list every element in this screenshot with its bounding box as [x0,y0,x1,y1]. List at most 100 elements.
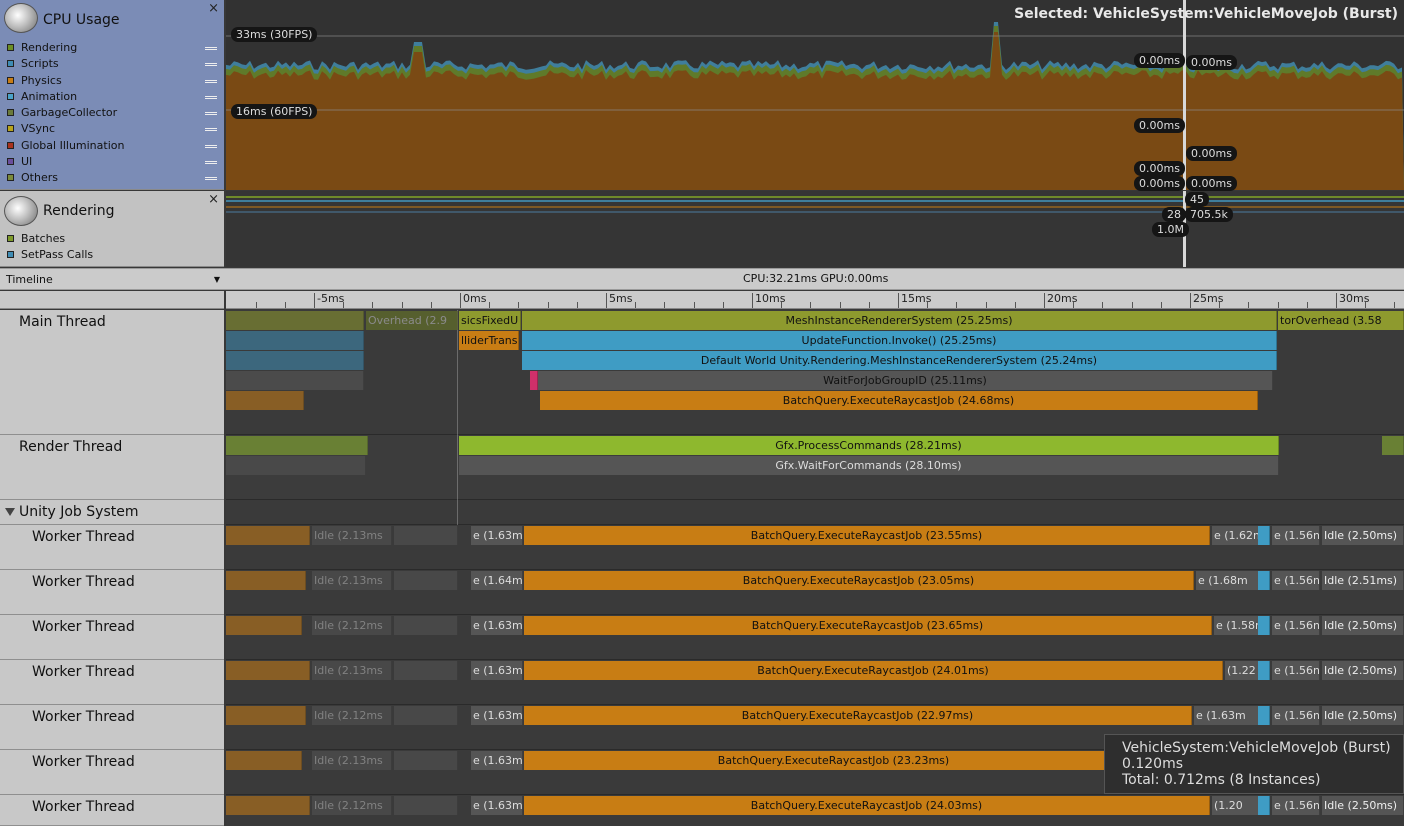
sample-bar[interactable]: Overhead (2.9 [366,311,458,330]
thread-render[interactable]: Render Thread [0,435,224,500]
sample-bar[interactable] [226,706,306,725]
sample-bar[interactable]: e (1.56n [1272,616,1320,635]
drag-handle-icon[interactable] [205,63,217,67]
sample-bar[interactable] [226,751,302,770]
sample-bar[interactable]: Default World Unity.Rendering.MeshInstan… [522,351,1277,370]
sample-bar[interactable]: e (1.63m [471,616,523,635]
view-mode-dropdown[interactable]: Timeline ▼ [6,271,222,288]
sample-bar[interactable] [394,661,458,680]
sample-bar[interactable] [1258,571,1270,590]
sample-bar[interactable]: BatchQuery.ExecuteRaycastJob (24.03ms) [524,796,1210,815]
sample-bar[interactable]: e (1.63m [471,796,523,815]
drag-handle-icon[interactable] [205,177,217,181]
sample-bar[interactable]: e (1.56n [1272,571,1320,590]
legend-color-swatch[interactable] [7,174,14,182]
sample-bar[interactable] [394,616,458,635]
sample-bar[interactable]: e (1.63m [471,526,523,545]
legend-color-swatch[interactable] [7,76,14,84]
sample-bar[interactable] [226,526,310,545]
drag-handle-icon[interactable] [205,95,217,99]
sample-bar[interactable]: Idle (2.50ms) [1322,526,1404,545]
sample-bar[interactable] [1258,706,1270,725]
sample-bar[interactable] [530,371,538,390]
sample-bar[interactable] [1382,436,1404,455]
sample-bar[interactable] [226,616,302,635]
sample-bar[interactable]: e (1.63m [471,706,523,725]
sample-bar[interactable]: torOverhead (3.58 [1278,311,1404,330]
sample-bar[interactable] [226,371,364,390]
sample-bar[interactable]: Idle (2.12ms [312,796,392,815]
sample-bar[interactable]: UpdateFunction.Invoke() (25.25ms) [522,331,1277,350]
sample-bar[interactable] [1258,796,1270,815]
sample-bar[interactable]: Idle (2.50ms) [1322,616,1404,635]
drag-handle-icon[interactable] [205,144,217,148]
sample-bar[interactable]: e (1.63m [471,751,523,770]
sample-bar[interactable]: e (1.56n [1272,796,1320,815]
sample-bar[interactable]: Idle (2.12ms [312,706,392,725]
sample-bar[interactable] [226,661,310,680]
sample-bar[interactable]: e (1.63m [1194,706,1266,725]
legend-color-swatch[interactable] [7,125,14,133]
thread-worker[interactable]: Worker Thread [0,615,224,660]
legend-color-swatch[interactable] [7,44,14,51]
thread-main[interactable]: Main Thread [0,310,224,435]
sample-bar[interactable]: e (1.64m [471,571,523,590]
sample-bar[interactable]: Idle (2.13ms [312,751,392,770]
sample-bar[interactable] [226,331,364,350]
legend-color-swatch[interactable] [7,141,14,149]
sample-bar[interactable]: BatchQuery.ExecuteRaycastJob (23.23ms) [524,751,1144,770]
sample-bar[interactable] [226,456,366,475]
legend-color-swatch[interactable] [7,251,14,259]
sample-bar[interactable]: Idle (2.50ms) [1322,796,1404,815]
sample-bar[interactable]: BatchQuery.ExecuteRaycastJob (22.97ms) [524,706,1192,725]
sample-bar[interactable] [226,311,364,330]
sample-bar[interactable] [226,571,306,590]
thread-worker[interactable]: Worker Thread [0,750,224,795]
sample-bar[interactable]: sicsFixedU [459,311,521,330]
sample-bar[interactable] [394,571,458,590]
thread-worker[interactable]: Worker Thread [0,705,224,750]
sample-bar[interactable]: Idle (2.51ms) [1322,571,1404,590]
sample-bar[interactable] [394,751,458,770]
rendering-chart[interactable]: 45 28 705.5k 1.0M [226,191,1404,267]
sample-bar[interactable]: e (1.56n [1272,661,1320,680]
thread-worker[interactable]: Worker Thread [0,795,224,826]
drag-handle-icon[interactable] [205,112,217,116]
sample-bar[interactable] [1258,661,1270,680]
drag-handle-icon[interactable] [205,79,217,83]
legend-color-swatch[interactable] [7,158,14,166]
sample-bar[interactable]: BatchQuery.ExecuteRaycastJob (23.55ms) [524,526,1210,545]
thread-group-job-system[interactable]: Unity Job System [0,500,224,525]
sample-bar[interactable] [1258,616,1270,635]
sample-bar[interactable]: BatchQuery.ExecuteRaycastJob (24.01ms) [524,661,1223,680]
sample-bar[interactable]: WaitForJobGroupID (25.11ms) [538,371,1273,390]
sample-bar[interactable]: BatchQuery.ExecuteRaycastJob (23.05ms) [524,571,1194,590]
cpu-usage-chart[interactable]: 33ms (30FPS) 16ms (60FPS) Selected: Vehi… [226,0,1404,191]
sample-bar[interactable]: Idle (2.13ms [312,661,392,680]
thread-worker[interactable]: Worker Thread [0,660,224,705]
cpu-usage-module[interactable]: CPU Usage × Rendering Scripts Physics Anima… [0,0,224,190]
sample-bar[interactable]: e (1.56n [1272,706,1320,725]
drag-handle-icon[interactable] [205,128,217,132]
sample-bar[interactable]: Gfx.ProcessCommands (28.21ms) [459,436,1279,455]
sample-bar[interactable] [1258,526,1270,545]
sample-bar[interactable]: MeshInstanceRendererSystem (25.25ms) [522,311,1277,330]
sample-bar[interactable]: Idle (2.13ms [312,526,392,545]
sample-bar[interactable]: Idle (2.13ms [312,571,392,590]
legend-color-swatch[interactable] [7,60,14,68]
sample-bar[interactable] [394,526,458,545]
sample-bar[interactable]: BatchQuery.ExecuteRaycastJob (23.65ms) [524,616,1212,635]
drag-handle-icon[interactable] [205,47,217,50]
sample-bar[interactable] [226,351,364,370]
sample-bar[interactable] [226,436,368,455]
sample-bar[interactable]: Idle (2.50ms) [1322,661,1404,680]
sample-bar[interactable] [226,796,310,815]
sample-bar[interactable] [394,706,458,725]
legend-color-swatch[interactable] [7,109,14,117]
thread-worker[interactable]: Worker Thread [0,525,224,570]
time-ruler[interactable]: -5ms 0ms 5ms 10ms 15ms 20ms 25ms 30ms [226,291,1404,309]
thread-worker[interactable]: Worker Thread [0,570,224,615]
drag-handle-icon[interactable] [205,161,217,165]
sample-bar[interactable]: Idle (2.12ms [312,616,392,635]
sample-bar[interactable]: e (1.63m [471,661,523,680]
